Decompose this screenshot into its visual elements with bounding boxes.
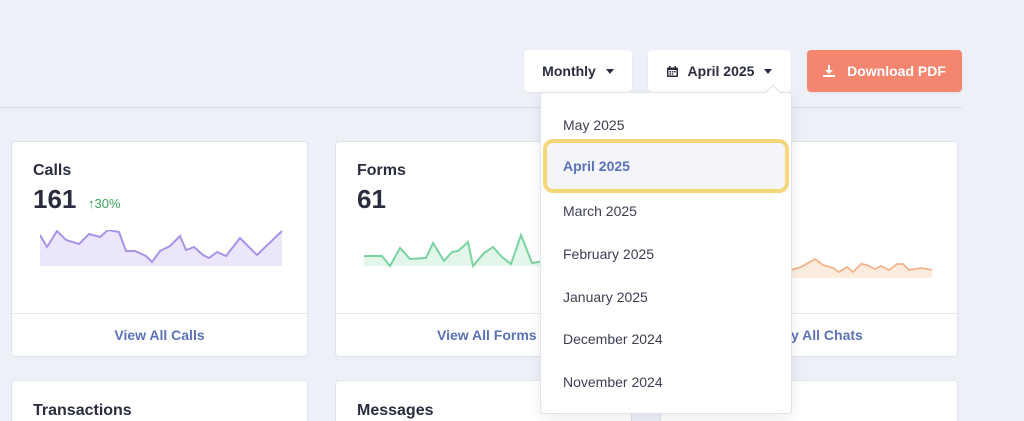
card-title: Forms bbox=[357, 162, 406, 179]
month-select-button[interactable]: April 2025 bbox=[648, 50, 791, 92]
month-option-december-2024[interactable]: December 2024 bbox=[563, 331, 663, 347]
chevron-down-icon bbox=[605, 68, 614, 74]
transactions-card: Transactions bbox=[11, 380, 308, 421]
chevron-down-icon bbox=[764, 68, 773, 74]
card-delta: ↑30% bbox=[88, 196, 121, 211]
month-select-label: April 2025 bbox=[687, 63, 755, 79]
month-option-november-2024[interactable]: November 2024 bbox=[563, 374, 663, 390]
month-option-march-2025[interactable]: March 2025 bbox=[563, 203, 637, 219]
download-icon bbox=[823, 65, 836, 77]
card-title: Calls bbox=[33, 162, 72, 179]
month-option-february-2025[interactable]: February 2025 bbox=[563, 246, 654, 262]
card-value: 61 bbox=[357, 184, 386, 214]
chats-sparkline bbox=[791, 257, 933, 278]
month-option-january-2025[interactable]: January 2025 bbox=[563, 289, 648, 305]
period-select-label: Monthly bbox=[542, 63, 596, 79]
view-all-calls-link[interactable]: View All Calls bbox=[12, 313, 307, 356]
calendar-icon bbox=[666, 65, 678, 77]
calls-card: Calls 161 ↑30% View All Calls bbox=[11, 141, 308, 357]
card-title: Transactions bbox=[33, 402, 132, 419]
calls-sparkline bbox=[40, 230, 283, 266]
period-select-button[interactable]: Monthly bbox=[524, 50, 632, 92]
month-option-may-2025[interactable]: May 2025 bbox=[563, 117, 624, 133]
download-pdf-button[interactable]: Download PDF bbox=[807, 50, 962, 92]
month-option-april-2025[interactable]: April 2025 bbox=[547, 143, 785, 189]
download-pdf-label: Download PDF bbox=[847, 63, 946, 79]
card-value: 161 bbox=[33, 184, 77, 214]
month-dropdown-menu: May 2025 April 2025 March 2025 February … bbox=[540, 84, 792, 414]
card-title: Messages bbox=[357, 402, 434, 419]
